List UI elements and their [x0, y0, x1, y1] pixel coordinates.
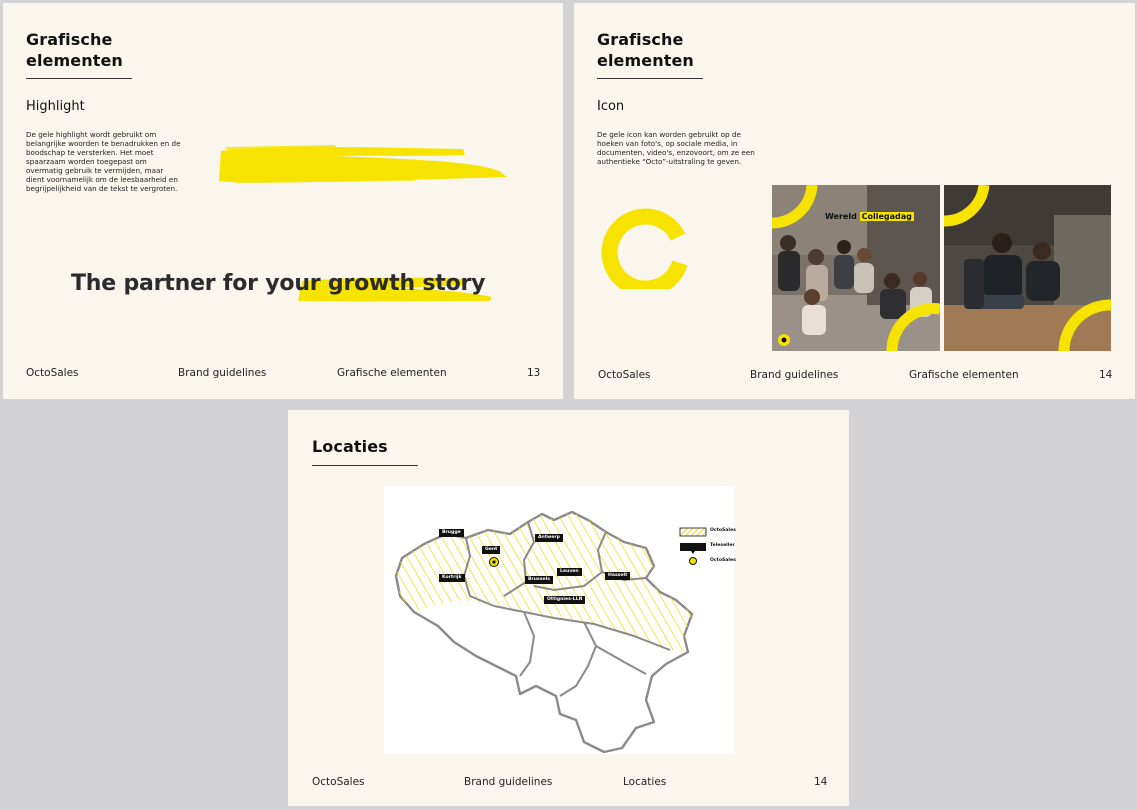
footer-section: Grafische elementen: [909, 369, 1019, 381]
slide-title: Grafische elementen: [597, 30, 694, 70]
slide-title: Grafische elementen: [26, 30, 123, 70]
title-underline: [597, 78, 703, 80]
footer-doc: Brand guidelines: [750, 369, 839, 381]
footer-brand: OctoSales: [312, 776, 365, 788]
legend-octosales-office: OctoSales: [710, 558, 736, 563]
map-location-kortrijk: Kortrijk: [439, 574, 465, 582]
footer-brand: OctoSales: [26, 367, 79, 379]
team-photo-2: [944, 185, 1111, 351]
slide-highlight: Grafische elementen Highlight De gele hi…: [3, 3, 563, 399]
tagline-highlight-text: growth story: [327, 271, 486, 296]
slide-subtitle: Highlight: [26, 99, 85, 114]
footer-section: Grafische elementen: [337, 367, 447, 379]
highlight-description: De gele highlight wordt gebruikt om bela…: [26, 130, 181, 193]
belgium-map-art: [394, 510, 707, 754]
team-photo-1: Wereld Collegadag: [772, 185, 940, 351]
title-underline: [312, 465, 418, 467]
footer-doc: Brand guidelines: [178, 367, 267, 379]
tagline-text: The partner for your: [71, 271, 328, 296]
map-location-ottignies: Ottignies-LLN: [544, 596, 586, 604]
photo-caption-highlight: Collegadag: [859, 212, 914, 221]
slide-icon: Grafische elementen Icon De gele icon ka…: [574, 3, 1135, 399]
map-location-gent: Gent: [482, 546, 501, 554]
tagline: The partner for your growth story: [71, 271, 486, 296]
belgium-map: Brugge Gent Antwerp Kortrijk Brussels Le…: [384, 486, 736, 754]
photo-caption: Wereld Collegadag: [825, 212, 914, 221]
slide-locaties: Locaties Brugge Gent Antwerp Kortrijk Br…: [288, 410, 849, 806]
title-underline: [26, 78, 132, 80]
footer-section: Locaties: [623, 776, 667, 788]
footer-page: 14: [814, 776, 828, 788]
photo-caption-text: Wereld: [825, 212, 860, 221]
footer-page: 13: [527, 367, 541, 379]
footer-brand: OctoSales: [598, 369, 651, 381]
map-location-brugge: Brugge: [439, 529, 464, 537]
slide-subtitle: Icon: [597, 99, 625, 114]
highlight-brush-sample: [219, 145, 507, 183]
map-location-leuven: Leuven: [557, 568, 582, 576]
map-location-hasselt: Hasselt: [605, 572, 631, 580]
map-location-brussels: Brussels: [525, 576, 553, 584]
legend-octosales-region: OctoSales: [710, 528, 736, 533]
icon-description: De gele icon kan worden gebruikt op de h…: [597, 130, 755, 166]
footer-page: 14: [1099, 369, 1113, 381]
legend-teleseller: Teleseller: [710, 543, 735, 548]
octo-logo-icon: [601, 208, 688, 289]
footer-doc: Brand guidelines: [464, 776, 553, 788]
team-photo-1-art: [772, 185, 940, 351]
slide-title: Locaties: [312, 437, 388, 456]
team-photo-2-art: [944, 185, 1111, 351]
map-location-antwerp: Antwerp: [535, 534, 563, 542]
